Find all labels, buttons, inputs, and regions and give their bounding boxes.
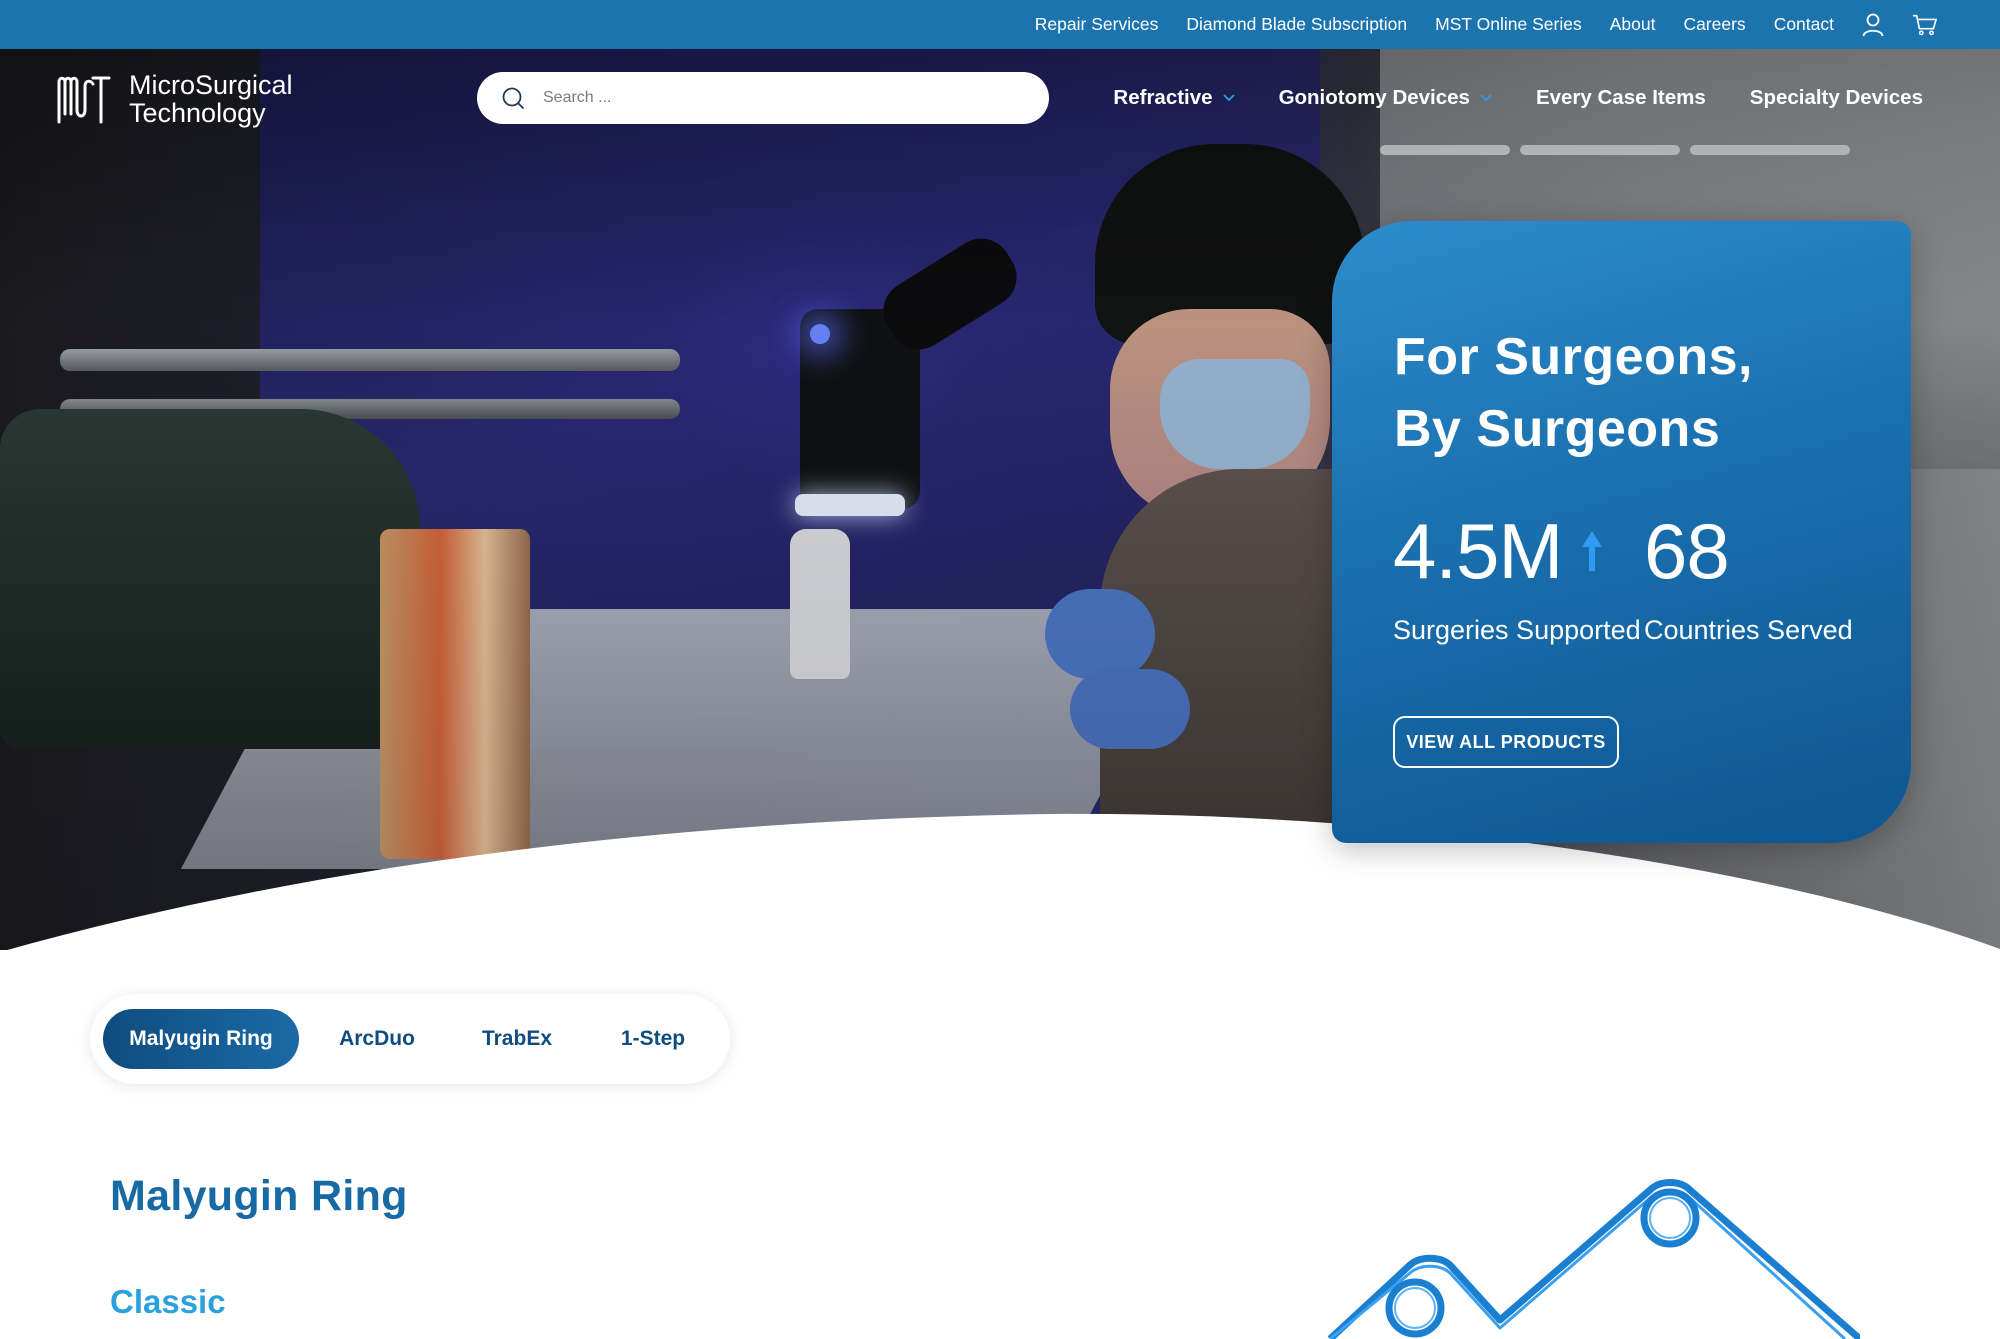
- stat-countries-label: Countries Served: [1644, 615, 1853, 645]
- nav-goniotomy-devices[interactable]: Goniotomy Devices: [1279, 86, 1492, 110]
- logo-line1: MicroSurgical: [129, 70, 293, 100]
- nav-refractive[interactable]: Refractive: [1113, 86, 1235, 110]
- nav-every-case-items-label: Every Case Items: [1535, 86, 1706, 109]
- nav-every-case-items[interactable]: Every Case Items: [1536, 86, 1706, 110]
- arrow-up-icon: [1580, 529, 1604, 573]
- product-title: Malyugin Ring: [110, 1172, 408, 1220]
- logo-line2: Technology: [129, 98, 266, 128]
- main-nav: Refractive Goniotomy Devices Every Case …: [1069, 72, 1923, 124]
- stat-countries-value: 68: [1644, 507, 1730, 595]
- product-subtitle: Classic: [110, 1283, 226, 1320]
- link-about[interactable]: About: [1610, 14, 1656, 35]
- chevron-down-icon: [1222, 94, 1235, 102]
- search-input[interactable]: [543, 89, 1003, 107]
- stat-countries: 68 Countries Served: [1644, 511, 1853, 646]
- link-mst-online-series[interactable]: MST Online Series: [1435, 14, 1582, 35]
- stat-surgeries-value-row: 4.5M: [1393, 511, 1641, 591]
- cart-icon[interactable]: [1912, 12, 1938, 38]
- logo-wordmark: MicroSurgical Technology: [129, 71, 293, 127]
- hero-title-line2: By Surgeons: [1394, 400, 1721, 458]
- user-icon[interactable]: [1860, 12, 1886, 38]
- search-bar[interactable]: [477, 72, 1049, 124]
- nav-specialty-devices-label: Specialty Devices: [1749, 86, 1923, 109]
- view-all-products-button[interactable]: VIEW ALL PRODUCTS: [1393, 716, 1619, 768]
- chevron-down-icon: [1480, 94, 1492, 102]
- mst-logo-mark-icon: [57, 76, 111, 124]
- utility-nav: Repair Services Diamond Blade Subscripti…: [1007, 0, 1938, 49]
- tab-trabex[interactable]: TrabEx: [455, 1009, 579, 1069]
- tab-malyugin-ring[interactable]: Malyugin Ring: [103, 1009, 299, 1069]
- link-diamond-blade-subscription[interactable]: Diamond Blade Subscription: [1186, 14, 1407, 35]
- nav-specialty-devices[interactable]: Specialty Devices: [1750, 86, 1923, 110]
- hero-title-line1: For Surgeons,: [1394, 328, 1753, 386]
- malyugin-ring-image: [1327, 1179, 1860, 1339]
- hero-stats-card: For Surgeons, By Surgeons 4.5M Surgeries…: [1332, 221, 1911, 843]
- stat-surgeries-value: 4.5M: [1393, 507, 1563, 595]
- link-careers[interactable]: Careers: [1683, 14, 1745, 35]
- nav-goniotomy-devices-label: Goniotomy Devices: [1278, 86, 1470, 109]
- search-icon[interactable]: [499, 84, 527, 112]
- hero-title: For Surgeons, By Surgeons: [1394, 321, 1854, 465]
- tab-arcduo[interactable]: ArcDuo: [299, 1009, 455, 1069]
- top-utility-bar: Repair Services Diamond Blade Subscripti…: [0, 0, 2000, 49]
- stat-surgeries: 4.5M Surgeries Supported: [1393, 511, 1641, 646]
- product-tabs: Malyugin Ring ArcDuo TrabEx 1-Step: [90, 994, 730, 1084]
- logo[interactable]: MicroSurgical Technology: [55, 70, 293, 128]
- tab-1-step[interactable]: 1-Step: [579, 1009, 727, 1069]
- nav-refractive-label: Refractive: [1113, 86, 1213, 109]
- link-contact[interactable]: Contact: [1774, 14, 1834, 35]
- stat-surgeries-label: Surgeries Supported: [1393, 615, 1641, 645]
- link-repair-services[interactable]: Repair Services: [1035, 14, 1159, 35]
